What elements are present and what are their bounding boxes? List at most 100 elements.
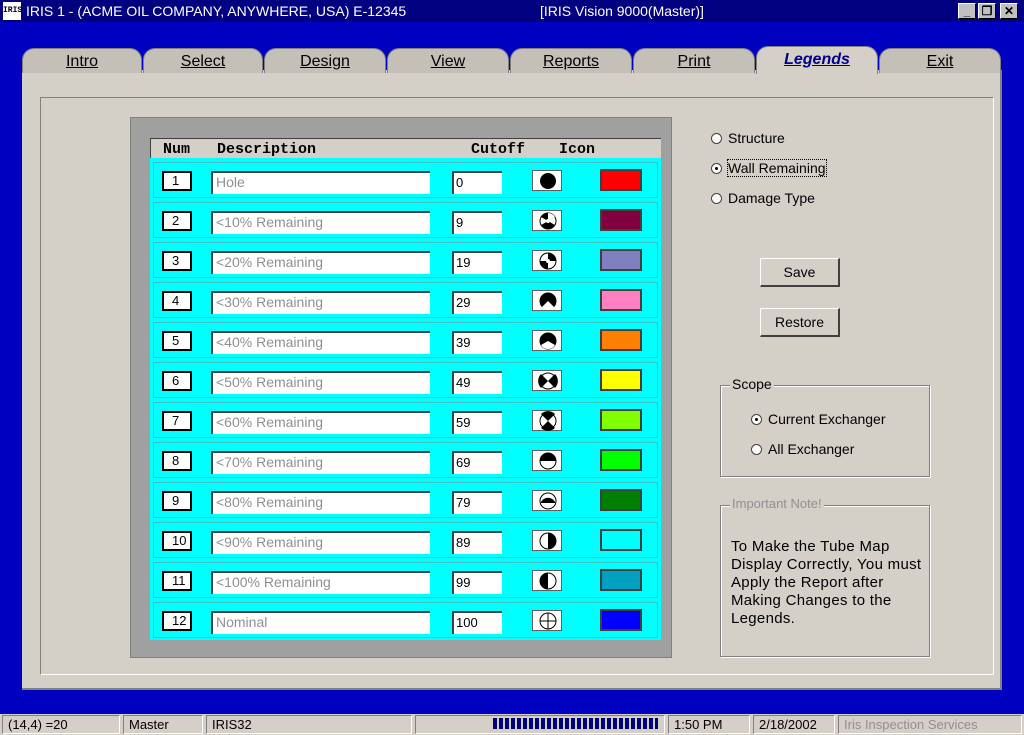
tab-print[interactable]: Print <box>633 48 755 73</box>
legend-row: 10 <90% Remaining 89 <box>153 522 658 558</box>
description-field[interactable]: <90% Remaining <box>211 531 430 554</box>
icon-selector[interactable] <box>532 490 562 511</box>
top-half-small-icon <box>539 492 557 510</box>
legend-table-header: Num Description Cutoff Icon <box>150 138 661 159</box>
description-field[interactable]: <20% Remaining <box>211 251 430 274</box>
legend-table: 1 Hole 0 2 <10% Remaining 9 3 <20% Remaining 19 4… <box>150 158 661 640</box>
save-button[interactable]: Save <box>760 258 840 287</box>
description-field[interactable]: <10% Remaining <box>211 211 430 234</box>
legend-row: 1 Hole 0 <box>153 162 658 198</box>
color-swatch[interactable] <box>600 169 642 191</box>
description-field[interactable]: Nominal <box>211 611 430 634</box>
tab-legends[interactable]: Legends <box>756 46 878 74</box>
tab-view[interactable]: View <box>387 48 509 73</box>
close-icon[interactable]: ✕ <box>1000 3 1018 19</box>
description-field[interactable]: <80% Remaining <box>211 491 430 514</box>
cutoff-field[interactable]: 9 <box>452 211 502 234</box>
icon-selector[interactable] <box>532 410 562 431</box>
cutoff-field[interactable]: 99 <box>452 571 502 594</box>
description-field[interactable]: <40% Remaining <box>211 331 430 354</box>
radio-indicator[interactable] <box>751 413 762 425</box>
row-number: 8 <box>162 451 192 471</box>
cutoff-field[interactable]: 0 <box>452 171 502 194</box>
minimize-icon[interactable]: _ <box>958 3 976 19</box>
radio-structure[interactable]: Structure <box>711 130 785 146</box>
full-circle-icon <box>540 173 556 189</box>
color-swatch[interactable] <box>600 569 642 591</box>
color-swatch[interactable] <box>600 209 642 231</box>
color-swatch[interactable] <box>600 289 642 311</box>
description-field[interactable]: <100% Remaining <box>211 571 430 594</box>
cutoff-field[interactable]: 29 <box>452 291 502 314</box>
cutoff-field[interactable]: 79 <box>452 491 502 514</box>
restore-button[interactable]: Restore <box>760 308 840 337</box>
legend-row: 8 <70% Remaining 69 <box>153 442 658 478</box>
cutoff-field[interactable]: 89 <box>452 531 502 554</box>
radio-current-exchanger[interactable]: Current Exchanger <box>751 411 886 427</box>
icon-selector[interactable] <box>532 250 562 271</box>
tab-reports[interactable]: Reports <box>510 48 632 73</box>
color-swatch[interactable] <box>600 609 642 631</box>
cutoff-field[interactable]: 49 <box>452 371 502 394</box>
radio-damage-type[interactable]: Damage Type <box>711 190 815 206</box>
row-number: 5 <box>162 331 192 351</box>
description-field[interactable]: Hole <box>211 171 430 194</box>
cutoff-field[interactable]: 69 <box>452 451 502 474</box>
row-number: 4 <box>162 291 192 311</box>
color-swatch[interactable] <box>600 249 642 271</box>
tab-select[interactable]: Select <box>143 48 263 73</box>
header-num: Num <box>163 141 191 158</box>
icon-selector[interactable] <box>532 330 562 351</box>
description-field[interactable]: <60% Remaining <box>211 411 430 434</box>
description-field[interactable]: <50% Remaining <box>211 371 430 394</box>
row-number: 9 <box>162 491 192 511</box>
header-cutoff: Cutoff <box>471 141 526 158</box>
status-company: Iris Inspection Services <box>838 715 1022 734</box>
icon-selector[interactable] <box>532 170 562 191</box>
cutoff-field[interactable]: 39 <box>452 331 502 354</box>
scope-title: Scope <box>730 376 774 392</box>
tab-exit[interactable]: Exit <box>879 48 1001 73</box>
cutoff-field[interactable]: 59 <box>452 411 502 434</box>
note-title: Important Note! <box>730 496 824 511</box>
radio-indicator[interactable] <box>711 192 722 204</box>
description-field[interactable]: <30% Remaining <box>211 291 430 314</box>
row-number: 11 <box>162 571 192 591</box>
icon-selector[interactable] <box>532 530 562 551</box>
status-date: 2/18/2002 <box>753 715 835 734</box>
description-field[interactable]: <70% Remaining <box>211 451 430 474</box>
app-logo-icon[interactable]: IRIS <box>3 2 22 20</box>
icon-selector[interactable] <box>532 610 562 631</box>
radio-indicator[interactable] <box>751 443 762 455</box>
icon-selector[interactable] <box>532 210 562 231</box>
color-swatch[interactable] <box>600 329 642 351</box>
radio-indicator[interactable] <box>711 162 722 174</box>
trefoil-4-icon <box>539 252 557 270</box>
color-swatch[interactable] <box>600 489 642 511</box>
note-text: To Make the Tube Map Display Correctly, … <box>731 538 922 627</box>
icon-selector[interactable] <box>532 370 562 391</box>
bowtie-h-icon <box>538 372 558 390</box>
icon-selector[interactable] <box>532 290 562 311</box>
cutoff-field[interactable]: 100 <box>452 611 502 634</box>
radio-wall-remaining-label: Wall Remaining <box>727 159 827 177</box>
tab-intro[interactable]: Intro <box>22 48 142 73</box>
radio-wall-remaining[interactable]: Wall Remaining <box>711 159 827 177</box>
color-swatch[interactable] <box>600 449 642 471</box>
title-bar: IRIS IRIS 1 - (ACME OIL COMPANY, ANYWHER… <box>0 0 1024 22</box>
color-swatch[interactable] <box>600 369 642 391</box>
color-swatch[interactable] <box>600 529 642 551</box>
restore-icon[interactable]: ❐ <box>978 3 996 19</box>
color-swatch[interactable] <box>600 409 642 431</box>
cutoff-field[interactable]: 19 <box>452 251 502 274</box>
icon-selector[interactable] <box>532 570 562 591</box>
icon-selector[interactable] <box>532 450 562 471</box>
tab-design[interactable]: Design <box>264 48 386 73</box>
radio-structure-label: Structure <box>728 130 785 146</box>
row-number: 3 <box>162 251 192 271</box>
radio-indicator[interactable] <box>711 132 722 144</box>
radio-all-exchanger[interactable]: All Exchanger <box>751 441 854 457</box>
row-number: 12 <box>162 611 192 631</box>
row-number: 7 <box>162 411 192 431</box>
trefoil-3-icon <box>539 212 557 230</box>
